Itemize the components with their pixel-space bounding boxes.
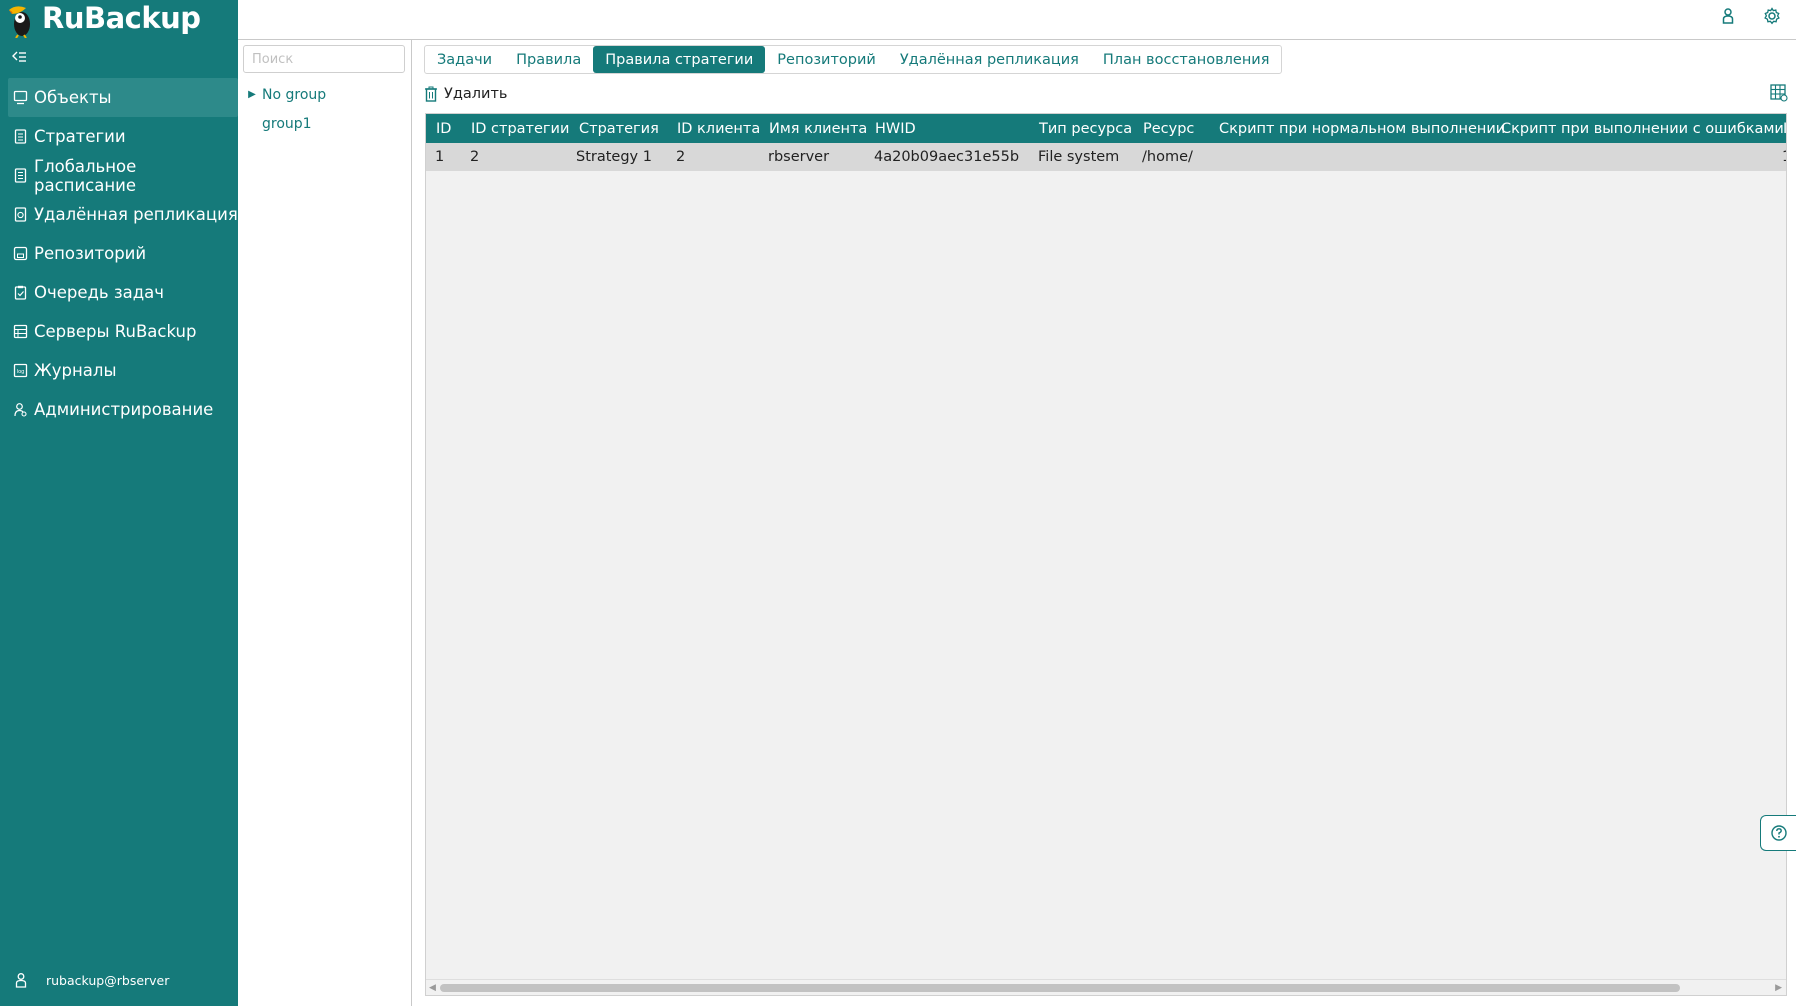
- cell-id: 1: [435, 149, 445, 165]
- user-profile-icon[interactable]: [1718, 6, 1738, 26]
- column-header-strategy-id[interactable]: ID стратегии: [461, 114, 569, 143]
- sidebar-item-objects[interactable]: Объекты: [8, 78, 238, 117]
- sidebar-nav: Объекты Стратегии Глобальное расписание …: [8, 78, 238, 429]
- sidebar-item-label: Удалённая репликация: [34, 205, 238, 224]
- logo-text: RuBackup: [42, 1, 201, 35]
- group-panel: ▶ No group group1: [238, 40, 412, 1006]
- cell-hwid: 4a20b09aec31e55b: [874, 149, 1020, 165]
- sidebar-item-task-queue[interactable]: Очередь задач: [8, 273, 238, 312]
- cell-client-name: rbserver: [768, 149, 830, 165]
- column-header-id[interactable]: ID: [426, 114, 461, 143]
- scroll-left-icon[interactable]: ◀: [429, 983, 436, 993]
- cell-next: 1: [1773, 143, 1786, 171]
- sidebar-item-label: Серверы RuBackup: [34, 322, 197, 341]
- expand-arrow-icon[interactable]: ▶: [238, 89, 262, 100]
- user-icon: [15, 973, 27, 988]
- sidebar-item-repository[interactable]: Репозиторий: [8, 234, 238, 273]
- cell-strategy: Strategy 1: [576, 149, 652, 165]
- sidebar-item-logs[interactable]: log Журналы: [8, 351, 238, 390]
- sidebar-item-label: Стратегии: [34, 127, 126, 146]
- column-header-next[interactable]: I: [1773, 114, 1786, 143]
- group-item-label: No group: [262, 86, 327, 103]
- toucan-logo-icon: [9, 6, 30, 38]
- scroll-right-icon[interactable]: ▶: [1775, 983, 1782, 993]
- question-icon: [1770, 825, 1787, 841]
- column-header-client-id[interactable]: ID клиента: [667, 114, 760, 143]
- top-bar: [238, 0, 1796, 40]
- table-settings-icon[interactable]: [1770, 84, 1788, 102]
- log-icon: log: [13, 363, 28, 378]
- column-header-error-script[interactable]: Скрипт при выполнении с ошибками: [1491, 114, 1784, 143]
- cell-error-script: [1491, 143, 1773, 171]
- gear-icon[interactable]: [1762, 6, 1782, 26]
- cell-normal-script: [1209, 143, 1491, 171]
- sidebar-item-global-schedule[interactable]: Глобальное расписание: [8, 156, 238, 195]
- sidebar-item-administration[interactable]: Администрирование: [8, 390, 238, 429]
- tab-repository[interactable]: Репозиторий: [765, 46, 888, 73]
- group-tree: ▶ No group group1: [238, 80, 412, 138]
- tab-rules[interactable]: Правила: [504, 46, 593, 73]
- sidebar-item-label: Журналы: [34, 361, 117, 380]
- sidebar-item-label: Репозиторий: [34, 244, 147, 263]
- horizontal-scrollbar[interactable]: ◀ ▶: [426, 979, 1786, 995]
- cell-resource-type: File system: [1038, 149, 1120, 165]
- group-search-input[interactable]: [243, 45, 405, 73]
- cell-strategy-id: 2: [470, 149, 480, 165]
- sidebar-item-label: Очередь задач: [34, 283, 165, 302]
- trash-icon: [425, 86, 437, 102]
- help-button[interactable]: [1760, 815, 1796, 851]
- table-row[interactable]: 1 2 Strategy 1 2 rbserver 4a20b09aec31e5…: [426, 143, 1786, 171]
- tab-recovery-plan[interactable]: План восстановления: [1091, 46, 1282, 73]
- group-item-label: group1: [262, 115, 312, 132]
- sidebar-item-label: Администрирование: [34, 400, 214, 419]
- column-header-strategy[interactable]: Стратегия: [569, 114, 667, 143]
- sidebar-item-strategies[interactable]: Стратегии: [8, 117, 238, 156]
- group-item-no-group[interactable]: ▶ No group: [238, 80, 412, 109]
- column-header-resource-type[interactable]: Тип ресурса: [1029, 114, 1133, 143]
- current-user-label: rubackup@rbserver: [46, 972, 170, 988]
- clipboard-icon: [14, 285, 27, 300]
- tab-remote-replication[interactable]: Удалённая репликация: [888, 46, 1091, 73]
- tab-strategy-rules[interactable]: Правила стратегии: [593, 46, 766, 73]
- logo: RuBackup: [6, 0, 201, 40]
- delete-button[interactable]: Удалить: [424, 82, 507, 106]
- tab-tasks[interactable]: Задачи: [425, 46, 504, 73]
- current-user[interactable]: rubackup@rbserver: [14, 972, 169, 988]
- sidebar-item-label: Объекты: [34, 88, 112, 107]
- replication-icon: [14, 207, 27, 222]
- main-content: Задачи Правила Правила стратегии Репозит…: [412, 40, 1796, 1006]
- sidebar-item-label: Глобальное расписание: [34, 156, 137, 195]
- repository-icon: [13, 246, 28, 261]
- sidebar-item-servers[interactable]: Серверы RuBackup: [8, 312, 238, 351]
- column-header-client-name[interactable]: Имя клиента: [759, 114, 867, 143]
- collapse-sidebar-icon[interactable]: [10, 48, 30, 66]
- sidebar: RuBackup Объекты Стратегии Глобальное ра…: [0, 0, 238, 1006]
- column-header-normal-script[interactable]: Скрипт при нормальном выполнении: [1209, 114, 1505, 143]
- sidebar-item-remote-replication[interactable]: Удалённая репликация: [8, 195, 238, 234]
- column-header-resource[interactable]: Ресурс: [1133, 114, 1209, 143]
- table-header: ID ID стратегии Стратегия ID клиента Имя…: [426, 114, 1786, 143]
- admin-icon: [14, 403, 27, 417]
- document-icon: [14, 129, 27, 144]
- cell-client-id: 2: [676, 149, 686, 165]
- monitor-icon: [13, 90, 28, 105]
- server-icon: [13, 324, 28, 339]
- schedule-icon: [14, 168, 27, 183]
- strategy-rules-table: ID ID стратегии Стратегия ID клиента Имя…: [425, 113, 1787, 996]
- cell-resource: /home/: [1142, 149, 1193, 165]
- svg-text:log: log: [17, 369, 25, 375]
- column-header-hwid[interactable]: HWID: [865, 114, 1029, 143]
- group-item-group1[interactable]: group1: [238, 109, 412, 138]
- delete-button-label: Удалить: [444, 86, 508, 102]
- scrollbar-thumb[interactable]: [440, 984, 1680, 992]
- object-tabs: Задачи Правила Правила стратегии Репозит…: [424, 45, 1283, 74]
